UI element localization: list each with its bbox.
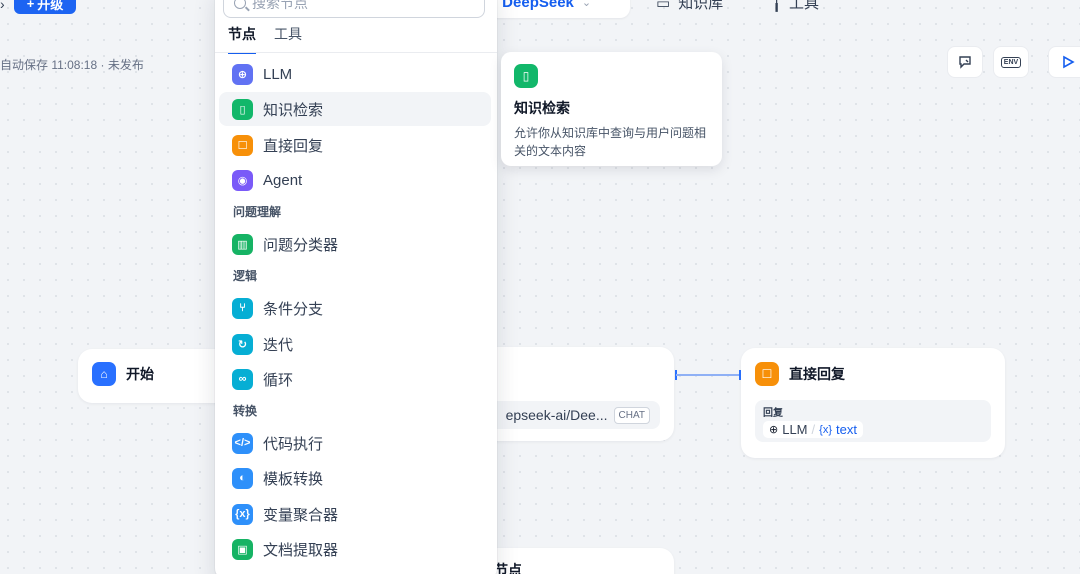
nav-knowledge[interactable]: ▭ 知识库 <box>656 0 723 13</box>
edge-connector[interactable] <box>676 374 740 376</box>
template-icon: ◐ <box>232 467 253 489</box>
group-label-logic: 逻辑 <box>233 269 258 283</box>
search-field[interactable] <box>223 0 485 18</box>
reply-icon: ☐ <box>232 134 253 156</box>
run-button[interactable] <box>1048 46 1080 78</box>
node-item-direct-reply[interactable]: ☐ 直接回复 <box>219 128 491 162</box>
divider <box>215 52 497 53</box>
node-item-knowledge-retrieval[interactable]: ▯ 知识检索 <box>219 92 491 126</box>
tab-nodes[interactable]: 节点 <box>228 24 256 54</box>
mode-badge: CHAT <box>613 406 650 424</box>
group-label-transform: 转换 <box>233 404 258 418</box>
model-selector[interactable]: / DeepSeek ⌄ <box>480 0 630 18</box>
reply-field: 回复 ⊕ LLM / {x} text <box>755 400 991 442</box>
separator-slash: / <box>811 422 816 437</box>
node-item-template[interactable]: ◐ 模板转换 <box>219 461 491 495</box>
tooltip-description: 允许你从知识库中查询与用户问题相关的文本内容 <box>514 126 707 158</box>
reply-field-label: 回复 <box>763 408 783 419</box>
start-node[interactable]: ⌂ 开始 <box>78 349 238 403</box>
book-icon: ▯ <box>232 98 253 120</box>
checklist-icon <box>959 56 971 69</box>
tab-tools[interactable]: 工具 <box>274 24 302 54</box>
chevron-down-icon: ⌄ <box>581 0 592 9</box>
group-label-understanding: 问题理解 <box>233 205 282 219</box>
search-input[interactable] <box>252 0 452 11</box>
home-icon: ⌂ <box>92 362 116 386</box>
node-item-variable-aggregator[interactable]: {x} 变量聚合器 <box>219 497 491 531</box>
classifier-icon: ▥ <box>232 233 253 255</box>
node-item-question-classifier[interactable]: ▥ 问题分类器 <box>219 227 491 261</box>
model-name: DeepSeek <box>502 0 574 11</box>
variable-chip[interactable]: ⊕ LLM / {x} text <box>763 421 863 438</box>
node-item-doc-extractor[interactable]: ▣ 文档提取器 <box>219 532 491 566</box>
reply-node[interactable]: ☐ 直接回复 回复 ⊕ LLM / {x} text <box>741 348 1005 458</box>
env-button[interactable]: ENV <box>993 46 1029 78</box>
variable-icon: {x} <box>232 503 253 525</box>
branch-icon: ⑂ <box>232 297 253 319</box>
selector-tabs: 节点 工具 <box>228 24 302 54</box>
back-chevron-icon[interactable]: › <box>0 0 5 12</box>
llm-model-text: epseek-ai/Dee... <box>505 407 608 423</box>
node-tooltip: ▯ 知识检索 允许你从知识库中查询与用户问题相关的文本内容 <box>501 52 722 166</box>
node-item-agent[interactable]: ◉ Agent <box>219 163 491 197</box>
document-icon: ▣ <box>232 538 253 560</box>
node-selector-panel: 节点 工具 ⊕ LLM ▯ 知识检索 ☐ 直接回复 ◉ Agent 问题理解 ▥… <box>215 0 497 574</box>
variable-icon: {x} <box>819 423 832 436</box>
play-icon <box>1063 55 1075 69</box>
loop-icon: ∞ <box>232 368 253 390</box>
iteration-icon: ↻ <box>232 333 253 355</box>
book-icon: ▭ <box>656 0 671 12</box>
agent-icon: ◉ <box>232 169 253 191</box>
node-item-loop[interactable]: ∞ 循环 <box>219 362 491 396</box>
plus-icon: + <box>26 0 35 11</box>
book-icon: ▯ <box>514 64 538 88</box>
node-item-iteration[interactable]: ↻ 迭代 <box>219 327 491 361</box>
wrench-icon: ╽ <box>772 0 782 12</box>
reply-icon: ☐ <box>755 362 779 386</box>
checklist-button[interactable] <box>947 46 983 78</box>
node-item-if-else[interactable]: ⑂ 条件分支 <box>219 291 491 325</box>
node-item-llm[interactable]: ⊕ LLM <box>219 57 491 91</box>
env-icon: ENV <box>1000 56 1022 68</box>
autosave-status: 自动保存 11:08:18 · 未发布 <box>0 58 144 72</box>
nav-tools[interactable]: ╽ 工具 <box>772 0 819 13</box>
llm-icon: ⊕ <box>769 424 779 436</box>
node-item-code[interactable]: </> 代码执行 <box>219 426 491 460</box>
upgrade-button[interactable]: + 开级 <box>14 0 76 14</box>
llm-icon: ⊕ <box>232 63 253 85</box>
search-icon <box>234 0 246 9</box>
tooltip-title: 知识检索 <box>514 100 570 116</box>
code-icon: </> <box>232 432 253 454</box>
